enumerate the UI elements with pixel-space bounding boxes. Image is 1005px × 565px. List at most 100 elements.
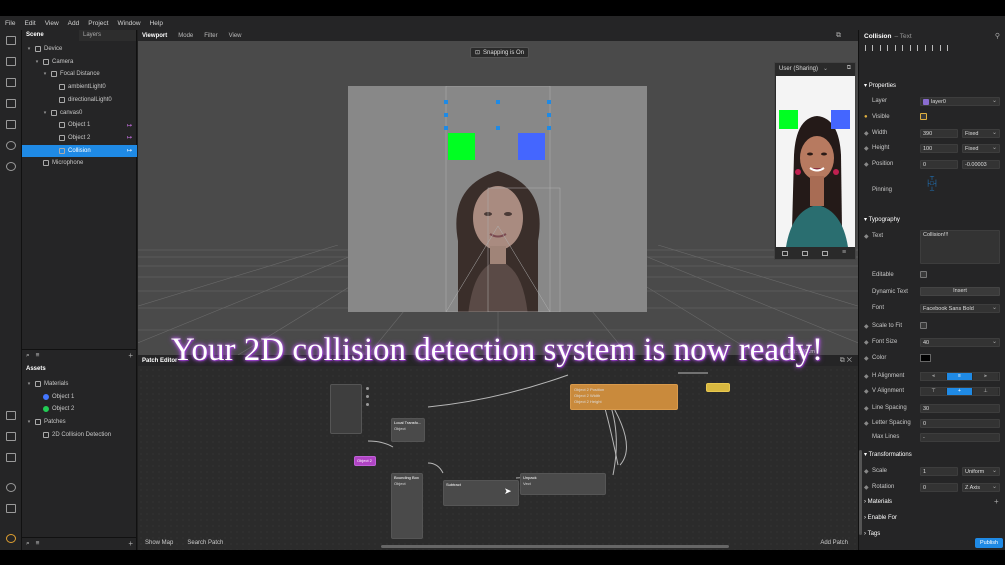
refresh-icon[interactable] bbox=[6, 141, 16, 150]
h-align-center-icon[interactable]: ≡ bbox=[947, 373, 973, 380]
keyframe-icon[interactable]: ◆ bbox=[864, 420, 869, 427]
link-icon[interactable]: ↦ bbox=[127, 134, 132, 141]
keyframe-icon[interactable]: ◆ bbox=[864, 468, 869, 475]
frame-icon[interactable] bbox=[6, 120, 16, 129]
align-right-icon[interactable] bbox=[895, 45, 903, 51]
tree-item[interactable]: Object 1 ↦ bbox=[22, 119, 137, 131]
tab-mode[interactable]: Mode bbox=[178, 33, 193, 39]
line-spacing-input[interactable]: 30 bbox=[920, 403, 1000, 413]
section-materials[interactable]: › Materials + bbox=[864, 497, 999, 506]
object-2-square[interactable] bbox=[518, 133, 545, 160]
align-top-icon[interactable] bbox=[910, 45, 918, 51]
tab-viewport[interactable]: Viewport bbox=[142, 33, 167, 39]
tab-view[interactable]: View bbox=[229, 33, 242, 39]
keyframe-icon[interactable]: ◆ bbox=[864, 323, 869, 330]
section-tags[interactable]: › Tags bbox=[864, 531, 880, 537]
tree-item[interactable]: Object 1 bbox=[22, 391, 137, 403]
max-lines-input[interactable]: - bbox=[920, 432, 1000, 442]
local-transform-node[interactable]: Local Transfo... Object bbox=[391, 418, 425, 442]
keyframe-icon[interactable]: ◆ bbox=[864, 339, 869, 346]
tree-item[interactable]: ▾ canvas0 bbox=[22, 107, 137, 119]
scale-to-fit-checkbox[interactable] bbox=[920, 322, 927, 329]
user-mode-select[interactable]: User (Sharing) bbox=[779, 66, 818, 72]
tree-item[interactable]: directionalLight0 bbox=[22, 94, 137, 106]
tree-item[interactable]: 2D Collision Detection bbox=[22, 429, 137, 441]
port[interactable] bbox=[366, 403, 369, 406]
chevron-down-icon[interactable]: ▾ bbox=[26, 46, 32, 52]
tab-layers[interactable]: Layers bbox=[79, 30, 136, 41]
folder-icon[interactable] bbox=[6, 411, 16, 420]
section-typography[interactable]: ▾ Typography bbox=[864, 216, 900, 223]
search-patch-button[interactable]: Search Patch bbox=[187, 540, 223, 546]
keyframe-icon[interactable]: ◆ bbox=[864, 145, 869, 152]
align-bottom-icon[interactable] bbox=[940, 45, 948, 51]
object-1-square[interactable] bbox=[448, 133, 475, 160]
resize-handle[interactable] bbox=[547, 126, 551, 130]
height-input[interactable]: 100 bbox=[920, 143, 958, 153]
keyframe-icon[interactable]: ● bbox=[864, 114, 868, 120]
menu-help[interactable]: Help bbox=[150, 20, 163, 27]
snapping-indicator[interactable]: ⊡ Snapping is On bbox=[470, 47, 530, 58]
section-enable-for[interactable]: › Enable For bbox=[864, 515, 897, 521]
menu-project[interactable]: Project bbox=[88, 20, 108, 27]
width-mode-select[interactable]: Fixed bbox=[962, 128, 1000, 138]
letter-spacing-input[interactable]: 0 bbox=[920, 418, 1000, 428]
playback-icon[interactable] bbox=[6, 99, 16, 108]
tree-item[interactable]: ▾ Camera bbox=[22, 56, 137, 68]
color-swatch[interactable] bbox=[920, 354, 931, 362]
resize-handle[interactable] bbox=[496, 126, 500, 130]
filter-icon[interactable]: ≡ bbox=[36, 540, 40, 547]
search-icon[interactable]: ⌕ bbox=[26, 352, 30, 360]
port[interactable] bbox=[366, 387, 369, 390]
tree-item[interactable]: Collision ↦ bbox=[22, 144, 137, 157]
tree-item[interactable]: ▾ Patches bbox=[22, 416, 137, 428]
v-align-bottom-icon[interactable]: ⊥ bbox=[973, 388, 999, 395]
settings-icon[interactable] bbox=[6, 534, 16, 543]
port[interactable] bbox=[366, 395, 369, 398]
resize-handle[interactable] bbox=[444, 100, 448, 104]
video-icon[interactable] bbox=[6, 57, 16, 66]
tree-item[interactable]: Object 2 ↦ bbox=[22, 132, 137, 144]
show-map-button[interactable]: Show Map bbox=[145, 540, 173, 546]
console-icon[interactable] bbox=[6, 504, 16, 513]
v-align-middle-icon[interactable]: + bbox=[947, 388, 973, 395]
unpack-node[interactable]: Unpack Vect bbox=[520, 473, 606, 495]
add-icon[interactable]: + bbox=[128, 351, 133, 360]
menu-file[interactable]: File bbox=[5, 20, 15, 27]
keyframe-icon[interactable]: ◆ bbox=[864, 355, 869, 362]
canvas-frame[interactable] bbox=[348, 86, 647, 312]
keyframe-icon[interactable]: ◆ bbox=[864, 130, 869, 137]
rotation-input[interactable]: 0 bbox=[920, 482, 958, 492]
insert-button[interactable]: Insert bbox=[920, 287, 1000, 296]
menu-icon[interactable]: ≡ bbox=[842, 249, 848, 256]
chevron-down-icon[interactable]: ▾ bbox=[42, 71, 48, 77]
align-left-icon[interactable] bbox=[865, 45, 873, 51]
share-icon[interactable] bbox=[822, 250, 828, 256]
keyframe-icon[interactable]: ◆ bbox=[864, 484, 869, 491]
tree-item[interactable]: ▾ Materials bbox=[22, 378, 137, 390]
chevron-down-icon[interactable]: ▾ bbox=[26, 381, 32, 387]
keyframe-icon[interactable]: ◆ bbox=[864, 161, 869, 168]
position-x-input[interactable]: 0 bbox=[920, 159, 958, 169]
resize-handle[interactable] bbox=[444, 126, 448, 130]
chevron-down-icon[interactable]: ▾ bbox=[26, 419, 32, 425]
bug-icon[interactable] bbox=[6, 483, 16, 492]
add-icon[interactable]: + bbox=[128, 539, 133, 548]
export-icon[interactable] bbox=[6, 453, 16, 462]
layer-select[interactable]: layer0 bbox=[920, 96, 1000, 106]
h-align-left-icon[interactable]: ⫷ bbox=[921, 373, 947, 380]
section-properties[interactable]: ▾ Properties bbox=[864, 82, 896, 89]
search-icon[interactable]: ⌕ bbox=[26, 540, 30, 548]
section-transformations[interactable]: ▾ Transformations bbox=[864, 451, 912, 458]
pinning-widget[interactable]: ┬ ├□┤ ┴ bbox=[923, 174, 941, 196]
resize-handle[interactable] bbox=[547, 100, 551, 104]
library-icon[interactable] bbox=[6, 78, 16, 87]
tree-item[interactable]: ▾ Device bbox=[22, 43, 137, 55]
object-properties-node[interactable]: Object 2 Position Object 2 Width Object … bbox=[570, 384, 678, 410]
link-icon[interactable]: ↦ bbox=[127, 122, 132, 129]
filter-icon[interactable]: ≡ bbox=[36, 352, 40, 359]
v-align-top-icon[interactable]: ⊤ bbox=[921, 388, 947, 395]
font-select[interactable]: Facebook Sans Bold bbox=[920, 303, 1000, 313]
chevron-down-icon[interactable]: ▾ bbox=[34, 59, 40, 65]
position-y-input[interactable]: -0.00003 bbox=[962, 159, 1000, 169]
